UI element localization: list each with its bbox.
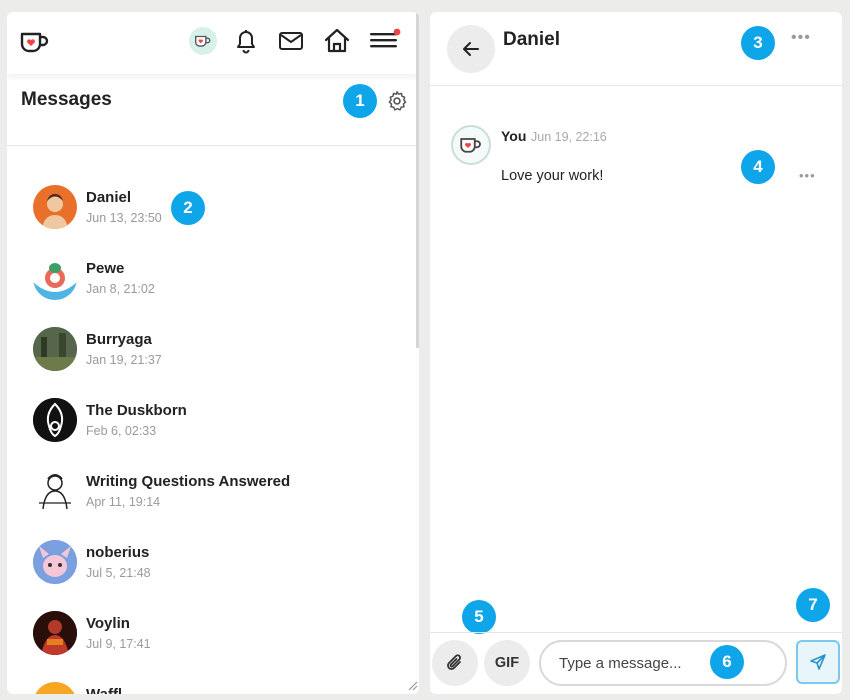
conversation-date: Jul 9, 17:41 xyxy=(86,637,151,651)
avatar xyxy=(33,185,77,229)
conversation-name: noberius xyxy=(86,544,150,561)
notification-dot xyxy=(393,28,401,36)
conversation-item[interactable]: The Duskborn Feb 6, 02:33 xyxy=(33,398,393,444)
annotation-badge-1: 1 xyxy=(343,84,377,118)
menu-icon[interactable] xyxy=(369,28,403,52)
conversation-date: Jun 13, 23:50 xyxy=(86,211,162,225)
scrollbar[interactable] xyxy=(416,12,419,348)
more-icon[interactable]: ••• xyxy=(791,30,811,46)
avatar xyxy=(33,327,77,371)
divider xyxy=(7,145,419,146)
top-navigation xyxy=(7,12,419,74)
avatar xyxy=(33,469,77,513)
message-sender: You xyxy=(501,128,527,144)
annotation-badge-4: 4 xyxy=(741,150,775,184)
messages-panel: Messages 1 Daniel Jun 13, 23:50 2 Pewe J… xyxy=(7,12,419,694)
avatar xyxy=(33,398,77,442)
conversation-name: Daniel xyxy=(86,189,132,206)
conversation-item[interactable]: Burryaga Jan 19, 21:37 xyxy=(33,327,393,373)
gif-label: GIF xyxy=(494,655,520,671)
kofi-avatar-icon[interactable] xyxy=(189,27,217,55)
annotation-badge-7: 7 xyxy=(796,588,830,622)
sender-avatar xyxy=(451,125,491,165)
paperclip-icon xyxy=(447,654,461,670)
avatar xyxy=(33,256,77,300)
avatar xyxy=(33,540,77,584)
annotation-badge-2: 2 xyxy=(171,191,205,225)
message-time: Jun 19, 22:16 xyxy=(531,130,607,144)
avatar xyxy=(33,682,77,694)
conversation-name: Voylin xyxy=(86,615,130,632)
conversation-date: Feb 6, 02:33 xyxy=(86,424,157,438)
conversation-item[interactable]: Pewe Jan 8, 21:02 xyxy=(33,256,393,302)
conversation-item[interactable]: Waffl xyxy=(33,682,393,694)
conversation-item[interactable]: noberius Jul 5, 21:48 xyxy=(33,540,393,586)
conversation-date: Jan 8, 21:02 xyxy=(86,282,155,296)
mail-icon[interactable] xyxy=(278,31,304,51)
send-button[interactable] xyxy=(796,640,840,684)
conversation-date: Jan 19, 21:37 xyxy=(86,353,162,367)
kofi-logo-icon[interactable] xyxy=(19,30,51,54)
conversation-name: The Duskborn xyxy=(86,402,187,419)
conversation-name: Pewe xyxy=(86,260,125,277)
chat-panel: Daniel 3 ••• You Jun 19, 22:16 Love your… xyxy=(430,12,842,694)
conversation-name: Waffl xyxy=(86,686,122,694)
annotation-badge-6: 6 xyxy=(710,645,744,679)
back-button[interactable] xyxy=(447,25,495,73)
page-title: Messages xyxy=(21,89,112,110)
kofi-avatar-icon xyxy=(460,138,481,153)
message-more-icon[interactable]: ••• xyxy=(799,169,816,182)
resize-handle-icon[interactable] xyxy=(406,679,418,691)
home-icon[interactable] xyxy=(323,27,351,55)
bell-icon[interactable] xyxy=(234,28,258,54)
chat-title: Daniel xyxy=(503,29,561,50)
conversation-item[interactable]: Writing Questions Answered Apr 11, 19:14 xyxy=(33,469,393,515)
avatar xyxy=(33,611,77,655)
conversation-name: Writing Questions Answered xyxy=(86,473,291,490)
chat-header: Daniel 3 ••• xyxy=(430,12,842,86)
annotation-badge-5: 5 xyxy=(462,600,496,634)
conversation-date: Apr 11, 19:14 xyxy=(86,495,161,509)
back-arrow-icon xyxy=(463,42,479,56)
conversation-item[interactable]: Daniel Jun 13, 23:50 xyxy=(33,185,393,231)
conversation-name: Burryaga xyxy=(86,331,152,348)
conversation-item[interactable]: Voylin Jul 9, 17:41 xyxy=(33,611,393,657)
message-text: Love your work! xyxy=(501,168,604,184)
send-icon xyxy=(810,654,826,670)
attach-button[interactable] xyxy=(432,640,478,686)
message-input[interactable] xyxy=(539,640,787,686)
gif-button[interactable]: GIF xyxy=(484,640,530,686)
conversation-date: Jul 5, 21:48 xyxy=(86,566,151,580)
annotation-badge-3: 3 xyxy=(741,26,775,60)
gear-icon[interactable] xyxy=(386,90,408,112)
